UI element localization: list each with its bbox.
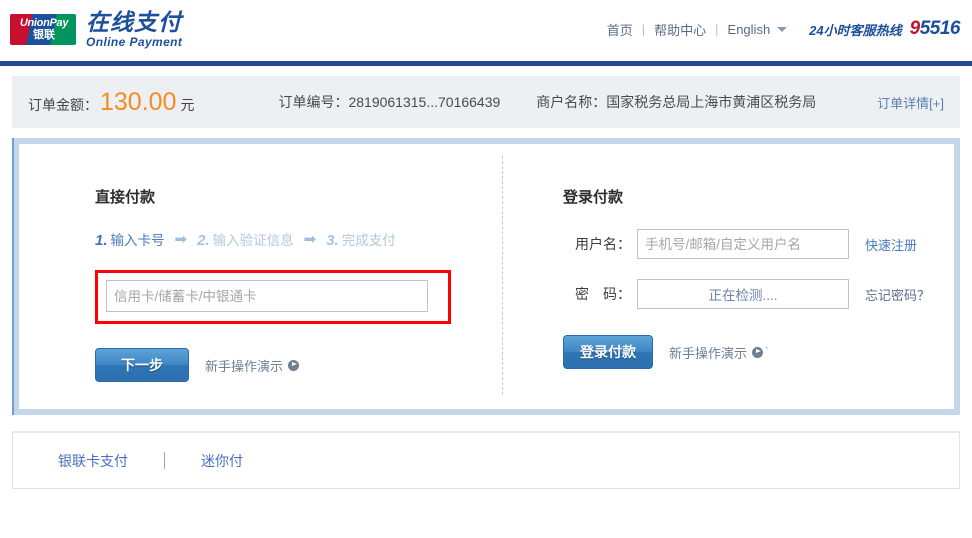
nav-separator-1: |: [641, 21, 646, 37]
login-pay-button[interactable]: 登录付款: [563, 335, 653, 369]
login-pay-demo-link[interactable]: 新手操作演示 `: [669, 343, 769, 362]
direct-pay-demo-label: 新手操作演示: [205, 358, 284, 374]
login-pay-title: 登录付款: [563, 189, 624, 206]
order-merchant-name: 商户名称：国家税务总局上海市黄浦区税务局: [536, 94, 817, 110]
username-label: 用户名：: [575, 236, 631, 252]
unionpay-logo[interactable]: UnionPay 银联 在线支付 Online Payment: [10, 10, 182, 49]
hotline-number-rest: 5516: [919, 18, 961, 39]
footer-tab-minipay[interactable]: 迷你付: [201, 451, 243, 471]
footer-tab-unionpay-card[interactable]: 银联卡支付: [58, 451, 128, 471]
card-number-input[interactable]: [106, 280, 428, 312]
panel-left-accent: [12, 138, 14, 415]
step-item-2: 2. 输入验证信息: [197, 229, 294, 249]
chevron-down-icon[interactable]: [777, 26, 788, 32]
footer-tab-divider: [164, 452, 165, 469]
login-pay-demo-label: 新手操作演示: [669, 345, 748, 361]
order-info-bar: 订单金额： 130.00 元 订单编号：2819061315...7016643…: [12, 76, 960, 128]
direct-pay-title: 直接付款: [95, 189, 156, 206]
login-pay-pane: 登录付款 用户名： 快速注册 密 码： 忘记密码？ 登录付款 新手操作演示 `: [502, 144, 954, 409]
order-detail-toggle[interactable]: 订单详情[+]: [877, 93, 944, 112]
nav-link-help-center[interactable]: 帮助中心: [654, 20, 706, 39]
order-amount-unit: 元: [180, 96, 195, 113]
forgot-password-link[interactable]: 忘记密码？: [865, 285, 930, 304]
password-row: 密 码： 忘记密码？: [563, 279, 954, 309]
order-number: 订单编号：2819061315...70166439: [278, 94, 501, 110]
play-icon[interactable]: [288, 359, 300, 371]
step-indicator: 1. 输入卡号 ➡ 2. 输入验证信息 ➡ 3. 完成支付: [95, 229, 502, 250]
payment-panel: 直接付款 1. 输入卡号 ➡ 2. 输入验证信息 ➡ 3. 完成支付 信用卡/储…: [12, 138, 960, 415]
brand-title-en: Online Payment: [86, 35, 183, 49]
step-2-number: 2.: [197, 232, 210, 249]
language-selector[interactable]: English: [728, 22, 788, 37]
step-1-label: 输入卡号: [110, 233, 165, 248]
step-2-label: 输入验证信息: [212, 233, 294, 248]
payment-panel-inner: 直接付款 1. 输入卡号 ➡ 2. 输入验证信息 ➡ 3. 完成支付 信用卡/储…: [19, 144, 954, 409]
step-1-number: 1.: [95, 232, 108, 249]
direct-pay-actions: 下一步 新手操作演示: [95, 348, 502, 382]
footer-tabs: 银联卡支付 迷你付: [12, 431, 960, 489]
card-number-field-wrap: [95, 270, 451, 324]
step-item-3: 3. 完成支付: [326, 229, 396, 249]
order-amount: 订单金额： 130.00 元: [28, 88, 194, 117]
nav-link-home[interactable]: 首页: [607, 20, 633, 39]
next-step-button[interactable]: 下一步: [95, 348, 189, 382]
quick-register-link[interactable]: 快速注册: [865, 235, 917, 254]
step-3-number: 3.: [326, 232, 339, 249]
header-rule-divider: [0, 61, 972, 66]
nav-separator-2: |: [715, 21, 719, 37]
logo-text-unionpay: UnionPay: [19, 17, 69, 29]
play-icon[interactable]: [752, 346, 764, 358]
direct-pay-pane: 直接付款 1. 输入卡号 ➡ 2. 输入验证信息 ➡ 3. 完成支付 信用卡/储…: [19, 144, 502, 409]
username-input[interactable]: [637, 229, 849, 259]
step-3-label: 完成支付: [341, 233, 396, 248]
hotline-label: 24小时客服热线: [809, 22, 902, 38]
login-pay-actions: 登录付款 新手操作演示 `: [563, 335, 954, 369]
logo-text-yinlian: 银联: [33, 29, 55, 41]
unionpay-mark-icon: UnionPay 银联: [10, 14, 76, 45]
password-label: 密 码：: [575, 286, 631, 302]
brand-text-block: 在线支付 Online Payment: [76, 10, 182, 49]
step-item-1: 1. 输入卡号: [95, 229, 165, 249]
brand-title-cn: 在线支付: [86, 9, 182, 35]
direct-pay-demo-link[interactable]: 新手操作演示: [205, 356, 300, 375]
order-amount-value: 130.00: [100, 87, 177, 116]
demo-tick-mark: `: [765, 346, 769, 358]
page-header: UnionPay 银联 在线支付 Online Payment 首页 | 帮助中…: [0, 0, 972, 61]
step-arrow-icon-1: ➡: [174, 230, 188, 248]
step-arrow-icon-2: ➡: [303, 230, 317, 248]
username-row: 用户名： 快速注册: [563, 229, 954, 259]
password-input[interactable]: [637, 279, 849, 309]
hotline-number-first: 9: [909, 18, 921, 39]
order-amount-label: 订单金额：: [28, 96, 98, 113]
hotline-number: 95516: [909, 18, 961, 40]
language-label[interactable]: English: [728, 22, 771, 37]
header-nav: 首页 | 帮助中心 | English 24小时客服热线 95516: [607, 18, 961, 40]
